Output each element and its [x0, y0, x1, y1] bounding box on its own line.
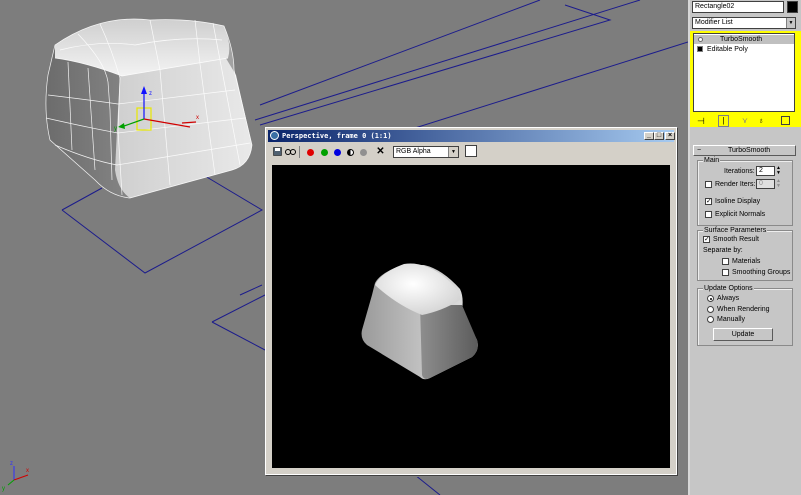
modifier-stack-list[interactable]: TurboSmooth Editable Poly [693, 33, 795, 112]
remove-modifier-icon[interactable]: ♁ [758, 116, 764, 125]
pin-stack-icon[interactable]: ⊣ [697, 117, 705, 126]
update-button[interactable]: Update [713, 328, 773, 341]
iterations-spinner[interactable]: 2 [756, 166, 775, 176]
chevron-down-icon: ▼ [448, 147, 458, 157]
render-iters-checkbox[interactable] [705, 181, 712, 188]
svg-text:x: x [26, 468, 29, 474]
clear-icon[interactable]: ✕ [376, 147, 385, 157]
alpha-channel-icon[interactable] [360, 149, 367, 156]
save-icon[interactable] [273, 147, 282, 156]
smooth-result-checkbox[interactable]: ✓ [703, 236, 710, 243]
smoothing-groups-checkbox[interactable] [722, 269, 729, 276]
stack-item-editable-poly[interactable]: Editable Poly [694, 45, 794, 54]
color-swatch[interactable] [465, 145, 477, 157]
stack-item-turbosmooth[interactable]: TurboSmooth [694, 35, 794, 44]
expand-plus-icon[interactable] [697, 46, 703, 52]
show-end-result-icon[interactable]: | [718, 115, 729, 127]
render-iters-spinner[interactable]: 0 [756, 179, 775, 189]
monochrome-icon[interactable] [347, 149, 354, 156]
always-radio[interactable] [707, 295, 714, 302]
keycap-model: z x y [45, 18, 253, 199]
spinner-arrows[interactable]: ▲ ▼ [776, 179, 781, 189]
red-channel-icon[interactable] [307, 149, 314, 156]
close-button[interactable]: × [665, 132, 675, 140]
svg-text:y: y [2, 486, 5, 492]
lightbulb-icon [698, 37, 703, 42]
turbosmooth-rollout-header[interactable]: − TurboSmooth [693, 145, 796, 156]
minimize-button[interactable]: _ [644, 132, 654, 140]
render-window-title: Perspective, frame 0 (1:1) [282, 132, 392, 140]
isoline-display-checkbox[interactable]: ✓ [705, 198, 712, 205]
maximize-button[interactable]: □ [654, 132, 664, 140]
render-window-titlebar[interactable]: Perspective, frame 0 (1:1) _ □ × [268, 130, 675, 142]
clone-icon[interactable] [285, 147, 296, 156]
command-panel: Rectangle02 Modifier List ▼ TurboSmooth … [688, 0, 801, 495]
svg-text:z: z [149, 91, 152, 97]
svg-text:y: y [114, 126, 117, 132]
manually-radio[interactable] [707, 316, 714, 323]
when-rendering-radio[interactable] [707, 306, 714, 313]
world-axis-icon: z x y [2, 461, 29, 492]
channel-select[interactable]: RGB Alpha ▼ [393, 146, 459, 158]
spinner-arrows[interactable]: ▲ ▼ [776, 166, 781, 176]
green-channel-icon[interactable] [321, 149, 328, 156]
make-unique-icon[interactable]: ⋎ [742, 116, 748, 125]
configure-sets-icon[interactable] [781, 116, 790, 125]
object-name-field[interactable]: Rectangle02 [692, 1, 784, 13]
blue-channel-icon[interactable] [334, 149, 341, 156]
rendered-keycap [361, 263, 478, 380]
materials-checkbox[interactable] [722, 258, 729, 265]
render-output [272, 165, 670, 468]
svg-text:z: z [10, 461, 13, 467]
chevron-down-icon: ▼ [786, 18, 795, 28]
app-icon [270, 131, 279, 140]
modifier-list-dropdown[interactable]: Modifier List ▼ [692, 17, 796, 29]
object-color-swatch[interactable] [787, 1, 798, 13]
explicit-normals-checkbox[interactable] [705, 211, 712, 218]
svg-text:x: x [196, 115, 199, 121]
rendered-frame-window[interactable]: Perspective, frame 0 (1:1) _ □ × ✕ RGB A… [265, 127, 677, 475]
